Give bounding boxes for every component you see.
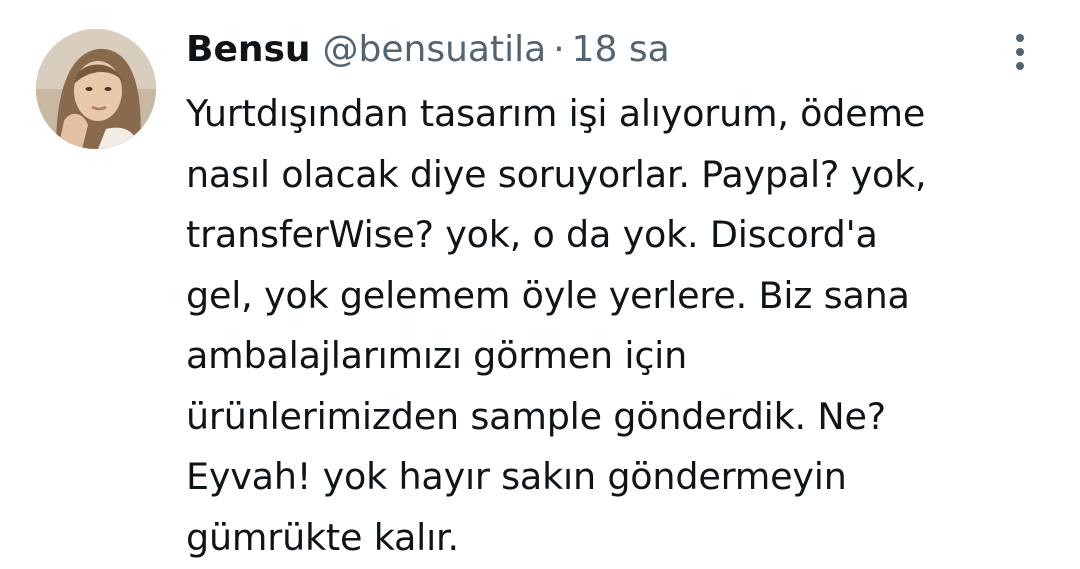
tweet-card[interactable]: Bensu @bensuatila · 18 sa Yurtdışından t… (0, 0, 1080, 569)
user-handle[interactable]: @bensuatila (323, 26, 547, 74)
timestamp[interactable]: 18 sa (572, 26, 670, 74)
tweet-header: Bensu @bensuatila · 18 sa (186, 26, 670, 74)
tweet-text-line: ambalajlarımızı görmen için (186, 334, 688, 377)
avatar-image (36, 29, 156, 149)
tweet-text-line: ürünlerimizden sample gönderdik. Ne? (186, 394, 886, 438)
display-name[interactable]: Bensu (186, 26, 311, 74)
tweet-text-line: gümrükte kalır. (186, 515, 459, 559)
separator-dot: · (553, 29, 565, 70)
tweet-text-line: nasıl olacak diye soruyorlar. Paypal? yo… (186, 152, 927, 196)
avatar[interactable] (36, 29, 156, 149)
tweet-text-line: Yurtdışından tasarım işi alıyorum, ödeme (186, 92, 926, 135)
tweet-text-line: gel, yok gelemem öyle yerlere. Biz sana (186, 273, 910, 317)
more-vertical-icon[interactable] (1004, 32, 1036, 72)
tweet-text-line: Eyvah! yok hayır sakın göndermeyin (186, 455, 847, 498)
tweet-text-line: transferWise? yok, o da yok. Discord'a (186, 213, 878, 256)
tweet-text: Yurtdışından tasarım işi alıyorum, ödeme… (186, 84, 1056, 568)
